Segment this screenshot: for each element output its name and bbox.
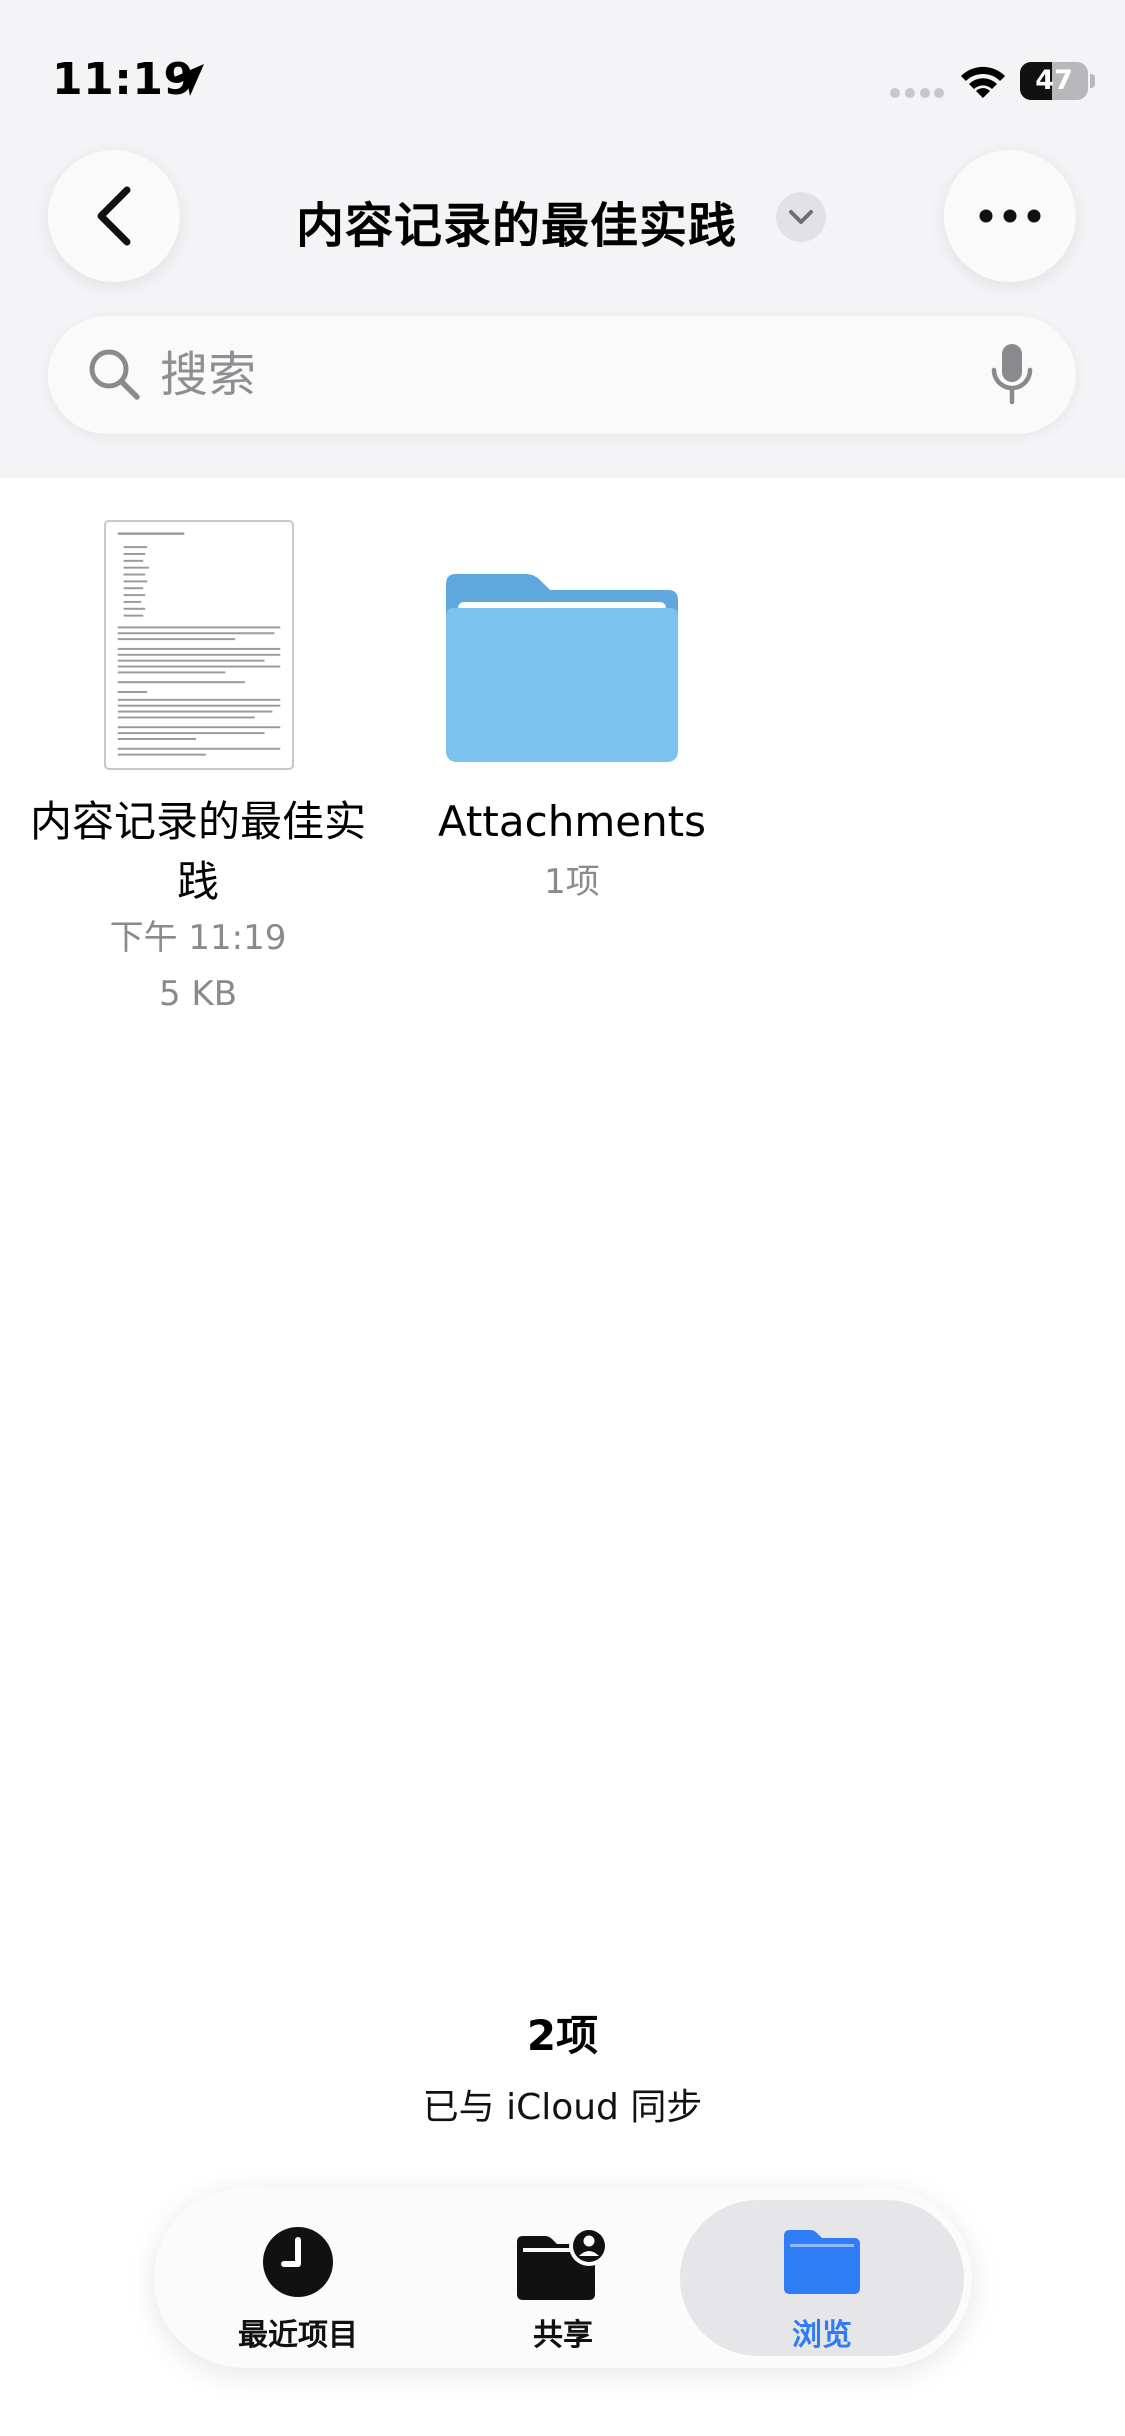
document-thumbnail: [104, 520, 294, 770]
folder-item-count: 1项: [544, 862, 600, 902]
folder-icon: [446, 574, 678, 762]
title-chevron-button[interactable]: [776, 192, 826, 242]
tab-recent-label: 最近项目: [238, 2318, 358, 2353]
search-bar[interactable]: [48, 316, 1076, 434]
tab-shared[interactable]: 共享: [427, 2200, 699, 2356]
back-chevron-icon: [97, 186, 131, 246]
document-preview-icon: [117, 532, 281, 756]
wifi-icon: [961, 66, 1005, 98]
more-button[interactable]: [944, 150, 1076, 282]
file-size: 5 KB: [158, 974, 238, 1014]
microphone-icon[interactable]: [988, 342, 1036, 408]
back-button[interactable]: [48, 150, 180, 282]
shared-folder-icon: [517, 2226, 609, 2300]
cellular-signal-icon: [890, 88, 944, 98]
battery-level: 47: [1035, 65, 1073, 96]
folder-name: Attachments: [437, 797, 707, 846]
search-input[interactable]: [160, 344, 920, 406]
battery-icon: 47: [1020, 62, 1088, 100]
tab-bar: 最近项目 共享 浏览: [154, 2188, 972, 2368]
item-count: 2项: [526, 2011, 599, 2060]
files-browser-screen: 11:19 47 内容记录的最佳实践 搜索 内容记录的最佳实践 下午 11:19…: [0, 0, 1125, 2436]
tab-recent[interactable]: 最近项目: [162, 2200, 434, 2356]
chevron-down-icon: [789, 210, 813, 224]
page-title: 内容记录的最佳实践: [296, 198, 738, 254]
battery-cap: [1090, 74, 1095, 88]
more-icon: [979, 209, 1041, 223]
clock-icon: [263, 2227, 333, 2297]
title-menu[interactable]: 内容记录的最佳实践: [290, 178, 850, 254]
search-icon: [89, 349, 140, 400]
sync-status: 已与 iCloud 同步: [422, 2087, 703, 2128]
status-bar: 11:19 47: [0, 0, 1125, 150]
file-modified-time: 下午 11:19: [109, 918, 287, 958]
tab-browse[interactable]: 浏览: [680, 2200, 964, 2356]
tab-browse-label: 浏览: [792, 2318, 852, 2353]
file-name: 内容记录的最佳实践: [30, 797, 367, 906]
location-arrow-icon: [172, 64, 204, 96]
folder-icon: [784, 2230, 860, 2294]
tab-shared-label: 共享: [533, 2318, 593, 2353]
